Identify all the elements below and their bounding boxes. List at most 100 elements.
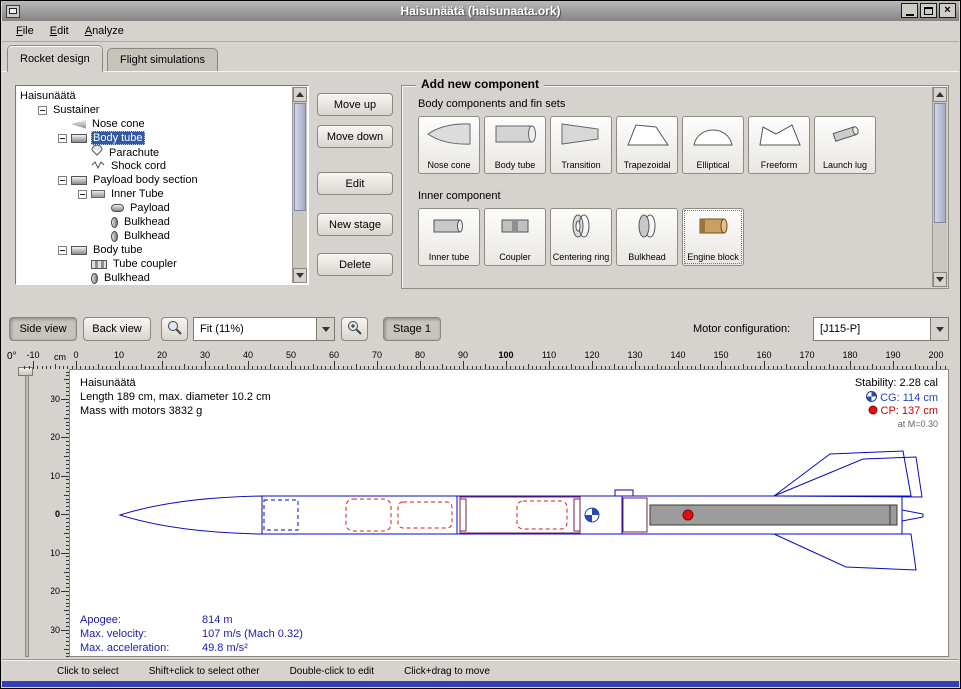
cg-readout: CG: 114 cm: [866, 391, 938, 405]
apogee-value: 814 m: [202, 614, 233, 626]
rotation-slider[interactable]: [25, 369, 29, 657]
add-engine-block-button[interactable]: Engine block: [682, 208, 744, 266]
maximize-icon: [924, 7, 933, 15]
tree-collapse-icon[interactable]: [78, 190, 87, 199]
close-button[interactable]: ×: [939, 3, 956, 18]
tab-flight-simulations[interactable]: Flight simulations: [107, 48, 218, 71]
arrow-down-icon: [936, 277, 944, 282]
transition-icon: [558, 119, 604, 149]
add-bulkhead-button[interactable]: Bulkhead: [616, 208, 678, 266]
add-launch-lug-button[interactable]: Launch lug: [814, 116, 876, 174]
tree-item[interactable]: Payload body section: [16, 173, 292, 187]
parachute-icon: [91, 145, 103, 160]
tree-item[interactable]: Tube coupler: [16, 257, 292, 271]
tree-item[interactable]: Bulkhead: [16, 215, 292, 229]
tree-item[interactable]: Body tube: [16, 243, 292, 257]
tree-scrollbar[interactable]: [292, 87, 307, 283]
max-velocity-value: 107 m/s (Mach 0.32): [202, 628, 303, 640]
bulkhead-icon: [624, 211, 670, 241]
new-stage-button[interactable]: New stage: [317, 213, 393, 236]
hint: Click to select: [57, 666, 119, 677]
tree-item-label: Bulkhead: [122, 215, 172, 229]
tree-item[interactable]: Sustainer: [16, 103, 292, 117]
menu-bar: File Edit Analyze: [2, 21, 959, 42]
add-inner-tube-button[interactable]: Inner tube: [418, 208, 480, 266]
application-window: Haisunäätä (haisunaata.ork) × File Edit …: [0, 0, 961, 689]
zoom-select[interactable]: Fit (11%): [193, 317, 335, 341]
menu-analyze[interactable]: Analyze: [77, 22, 132, 40]
arrow-down-icon: [296, 273, 304, 278]
payload-icon: [111, 204, 124, 212]
tree-item-label: Nose cone: [90, 117, 147, 131]
components-scrollbar[interactable]: [932, 87, 947, 287]
tree-item-label: Payload: [128, 201, 172, 215]
section-label-body: Body components and fin sets: [418, 98, 565, 110]
add-trapezoidal-fin-button[interactable]: Trapezoidal: [616, 116, 678, 174]
add-freeform-fin-button[interactable]: Freeform: [748, 116, 810, 174]
section-label-inner: Inner component: [418, 190, 501, 202]
delete-button[interactable]: Delete: [317, 253, 393, 276]
maximize-button[interactable]: [920, 3, 937, 18]
tree-item[interactable]: Haisunäätä: [16, 89, 292, 103]
stability-readout: Stability: 2.28 cal: [855, 377, 938, 389]
minimize-icon: [906, 14, 914, 16]
minimize-button[interactable]: [901, 3, 918, 18]
elliptical-fin-icon: [690, 119, 736, 149]
max-velocity-label: Max. velocity:: [80, 628, 147, 640]
tree-item-label: Payload body section: [91, 173, 200, 187]
chevron-down-icon: [316, 318, 334, 340]
add-centering-ring-button[interactable]: Centering ring: [550, 208, 612, 266]
zoom-out-button[interactable]: [161, 317, 188, 341]
tree-collapse-icon[interactable]: [58, 246, 67, 255]
scroll-up-button[interactable]: [293, 87, 307, 102]
menu-edit[interactable]: Edit: [42, 22, 77, 40]
rocket-mass: Mass with motors 3832 g: [80, 405, 202, 417]
tree-item[interactable]: Payload: [16, 201, 292, 215]
motor-configuration-select[interactable]: [J115-P]: [813, 317, 949, 341]
scroll-thumb[interactable]: [934, 103, 946, 223]
add-coupler-button[interactable]: Coupler: [484, 208, 546, 266]
rotation-angle-label: 0°: [7, 351, 17, 362]
ruler-vertical: -30-20-100102030: [51, 369, 69, 657]
rocket-view-canvas[interactable]: Haisunäätä Length 189 cm, max. diameter …: [69, 369, 949, 657]
add-transition-button[interactable]: Transition: [550, 116, 612, 174]
rocket-name: Haisunäätä: [80, 377, 136, 389]
motor-configuration-label: Motor configuration:: [693, 323, 790, 335]
scroll-up-button[interactable]: [933, 87, 947, 102]
menu-file[interactable]: File: [8, 22, 42, 40]
tree-item[interactable]: Parachute: [16, 145, 292, 159]
window-menu-icon[interactable]: [6, 5, 20, 18]
tree-item-selected[interactable]: Body tube: [16, 131, 292, 145]
move-up-button[interactable]: Move up: [317, 93, 393, 116]
tab-panel-edge: [2, 71, 959, 72]
scroll-down-button[interactable]: [293, 268, 307, 283]
tree-item[interactable]: Nose cone: [16, 117, 292, 131]
hint: Click+drag to move: [404, 666, 490, 677]
tree-item[interactable]: Bulkhead: [16, 271, 292, 284]
side-view-button[interactable]: Side view: [9, 317, 77, 341]
stage-1-toggle[interactable]: Stage 1: [383, 317, 441, 341]
tab-rocket-design[interactable]: Rocket design: [7, 45, 103, 72]
tree-collapse-icon[interactable]: [58, 134, 67, 143]
add-nose-cone-button[interactable]: Nose cone: [418, 116, 480, 174]
ruler-unit-label: cm: [54, 352, 66, 362]
cp-marker: [683, 510, 693, 520]
tree-item[interactable]: Shock cord: [16, 159, 292, 173]
edit-button[interactable]: Edit: [317, 172, 393, 195]
title-bar[interactable]: Haisunäätä (haisunaata.ork) ×: [2, 1, 959, 21]
tree-collapse-icon[interactable]: [38, 106, 47, 115]
zoom-in-button[interactable]: [341, 317, 368, 341]
back-view-button[interactable]: Back view: [83, 317, 151, 341]
add-elliptical-fin-button[interactable]: Elliptical: [682, 116, 744, 174]
tree-collapse-icon[interactable]: [58, 176, 67, 185]
tree-item[interactable]: Bulkhead: [16, 229, 292, 243]
cg-icon: [866, 391, 877, 405]
tree-item[interactable]: Inner Tube: [16, 187, 292, 201]
scroll-thumb[interactable]: [294, 103, 306, 211]
add-body-tube-button[interactable]: Body tube: [484, 116, 546, 174]
scroll-down-button[interactable]: [933, 272, 947, 287]
tree-item-label: Haisunäätä: [18, 89, 78, 103]
move-down-button[interactable]: Move down: [317, 125, 393, 148]
magnifier-icon: [166, 319, 183, 339]
tree-item-label: Bulkhead: [102, 271, 152, 284]
